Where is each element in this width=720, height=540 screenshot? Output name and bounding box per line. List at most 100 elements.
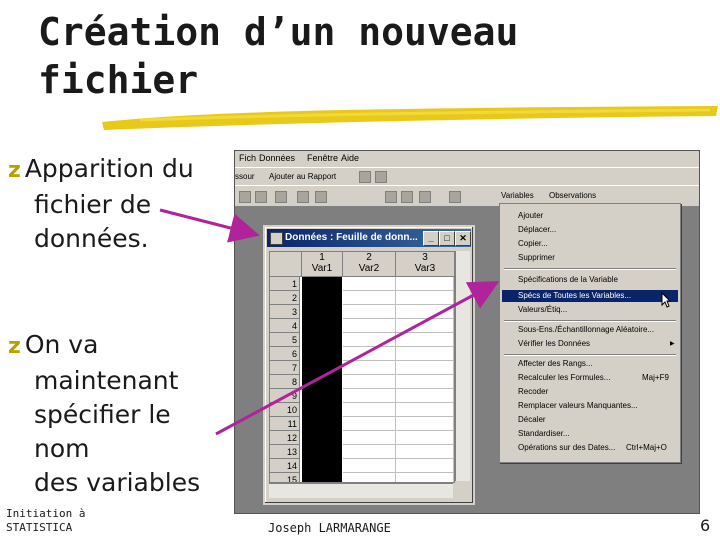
vertical-scrollbar[interactable] xyxy=(455,251,470,481)
menu-item-supprimer[interactable]: Supprimer xyxy=(518,252,555,264)
table-cell[interactable] xyxy=(343,277,396,291)
data-sheet-titlebar[interactable]: Données : Feuille de donn... _ □ ✕ xyxy=(267,229,471,247)
table-cell[interactable] xyxy=(396,305,454,319)
table-cell[interactable] xyxy=(396,459,454,473)
table-cell[interactable] xyxy=(343,431,396,445)
menu-fenetre[interactable]: Fenêtre xyxy=(307,153,338,163)
menu-item-recoder[interactable]: Recoder xyxy=(518,386,548,398)
menu-item-specs-toutes[interactable]: Spécs de Toutes les Variables... xyxy=(518,290,631,302)
table-cell[interactable] xyxy=(343,459,396,473)
close-button[interactable]: ✕ xyxy=(455,231,471,246)
row-header[interactable]: 9 xyxy=(270,389,300,403)
table-cell[interactable] xyxy=(396,333,454,347)
table-cell[interactable] xyxy=(343,375,396,389)
menu-item-copier[interactable]: Copier... xyxy=(518,238,548,250)
table-cell[interactable] xyxy=(343,319,396,333)
menu-item-verifier[interactable]: Vérifier les Données xyxy=(518,338,590,350)
table-cell[interactable] xyxy=(396,445,454,459)
table-cell[interactable] xyxy=(396,389,454,403)
toolbar-ressources[interactable]: ssour xyxy=(235,172,255,181)
menu-item-dates[interactable]: Opérations sur des Dates... xyxy=(518,442,615,454)
minimize-button[interactable]: _ xyxy=(423,231,439,246)
table-cell[interactable] xyxy=(396,473,454,482)
table-cell[interactable] xyxy=(343,445,396,459)
column-name: Var2 xyxy=(358,263,380,274)
data-grid[interactable]: 1 Var1 2 Var2 3 Var3 1 2 3 4 5 6 7 8 9 10 11 12 13 14 15 xyxy=(269,251,455,483)
border-icon[interactable] xyxy=(239,191,251,203)
table-cell[interactable] xyxy=(396,403,454,417)
table-cell[interactable] xyxy=(343,291,396,305)
footer-course: Initiation à STATISTICA xyxy=(6,507,85,535)
column-header[interactable]: 3 Var3 xyxy=(396,252,454,277)
variables-menu: Ajouter Déplacer... Copier... Supprimer … xyxy=(499,203,681,463)
menu-donnees[interactable]: Données xyxy=(259,153,295,163)
row-header[interactable]: 3 xyxy=(270,305,300,319)
menu-item-sous-ensemble[interactable]: Sous-Ens./Échantillonnage Aléatoire... xyxy=(518,324,654,336)
row-header[interactable]: 7 xyxy=(270,361,300,375)
row-header[interactable]: 10 xyxy=(270,403,300,417)
selected-column[interactable] xyxy=(302,277,342,482)
table-cell[interactable] xyxy=(396,417,454,431)
column-number: 1 xyxy=(319,252,325,263)
menu-item-valeurs[interactable]: Valeurs/Étiq... xyxy=(518,304,567,316)
row-header[interactable]: 14 xyxy=(270,459,300,473)
menu-item-decaler[interactable]: Décaler xyxy=(518,414,546,426)
menu-item-rangs[interactable]: Affecter des Rangs... xyxy=(518,358,593,370)
format-icon[interactable] xyxy=(315,191,327,203)
table-cell[interactable] xyxy=(396,347,454,361)
row-header[interactable]: 13 xyxy=(270,445,300,459)
row-header[interactable]: 15 xyxy=(270,473,300,482)
menu-item-recalculer[interactable]: Recalculer les Formules... xyxy=(518,372,610,384)
table-cell[interactable] xyxy=(343,347,396,361)
table-cell[interactable] xyxy=(396,291,454,305)
chart-icon[interactable] xyxy=(297,191,309,203)
table-cell[interactable] xyxy=(396,375,454,389)
row-header[interactable]: 5 xyxy=(270,333,300,347)
row-header[interactable]: 2 xyxy=(270,291,300,305)
fill-color-icon[interactable] xyxy=(255,191,267,203)
help-icon[interactable] xyxy=(375,171,387,183)
column-header[interactable]: 1 Var1 xyxy=(302,252,343,277)
statistica-screenshot: Fich Données Fenêtre Aide ssour Ajouter … xyxy=(234,150,700,514)
table-cell[interactable] xyxy=(396,319,454,333)
menu-item-specifications[interactable]: Spécifications de la Variable xyxy=(518,274,618,286)
font-color-icon[interactable] xyxy=(275,191,287,203)
table-cell[interactable] xyxy=(343,389,396,403)
graph-icon[interactable] xyxy=(449,191,461,203)
toolbar-ajouter-rapport[interactable]: Ajouter au Rapport xyxy=(269,172,336,181)
table-cell[interactable] xyxy=(343,417,396,431)
menu-item-deplacer[interactable]: Déplacer... xyxy=(518,224,556,236)
menu-item-remplacer[interactable]: Remplacer valeurs Manquantes... xyxy=(518,400,638,412)
table-cell[interactable] xyxy=(343,333,396,347)
table-cell[interactable] xyxy=(343,403,396,417)
footer-author: Joseph LARMARANGE xyxy=(268,521,391,535)
row-header[interactable]: 6 xyxy=(270,347,300,361)
row-header[interactable]: 1 xyxy=(270,277,300,291)
toolbar-variables[interactable]: Variables xyxy=(501,191,534,200)
row-header[interactable]: 8 xyxy=(270,375,300,389)
toolbar-icon[interactable] xyxy=(359,171,371,183)
corner-cell[interactable] xyxy=(270,252,302,277)
toolbar-top: ssour Ajouter au Rapport xyxy=(235,167,699,186)
menu-item-ajouter[interactable]: Ajouter xyxy=(518,210,543,222)
horizontal-scrollbar[interactable] xyxy=(269,483,453,498)
menu-aide[interactable]: Aide xyxy=(341,153,359,163)
table-cell[interactable] xyxy=(343,361,396,375)
new-icon[interactable] xyxy=(385,191,397,203)
toolbar-observations[interactable]: Observations xyxy=(549,191,596,200)
menu-item-standardiser[interactable]: Standardiser... xyxy=(518,428,570,440)
table-cell[interactable] xyxy=(343,305,396,319)
column-header[interactable]: 2 Var2 xyxy=(343,252,396,277)
open-icon[interactable] xyxy=(401,191,413,203)
table-cell[interactable] xyxy=(396,277,454,291)
table-cell[interactable] xyxy=(343,473,396,482)
menu-fichier[interactable]: Fich xyxy=(239,153,256,163)
row-header[interactable]: 11 xyxy=(270,417,300,431)
save-icon[interactable] xyxy=(419,191,431,203)
table-cell[interactable] xyxy=(396,361,454,375)
maximize-button[interactable]: □ xyxy=(439,231,455,246)
slide-title: Création d’un nouveau fichier xyxy=(38,8,598,104)
row-header[interactable]: 12 xyxy=(270,431,300,445)
table-cell[interactable] xyxy=(396,431,454,445)
row-header[interactable]: 4 xyxy=(270,319,300,333)
